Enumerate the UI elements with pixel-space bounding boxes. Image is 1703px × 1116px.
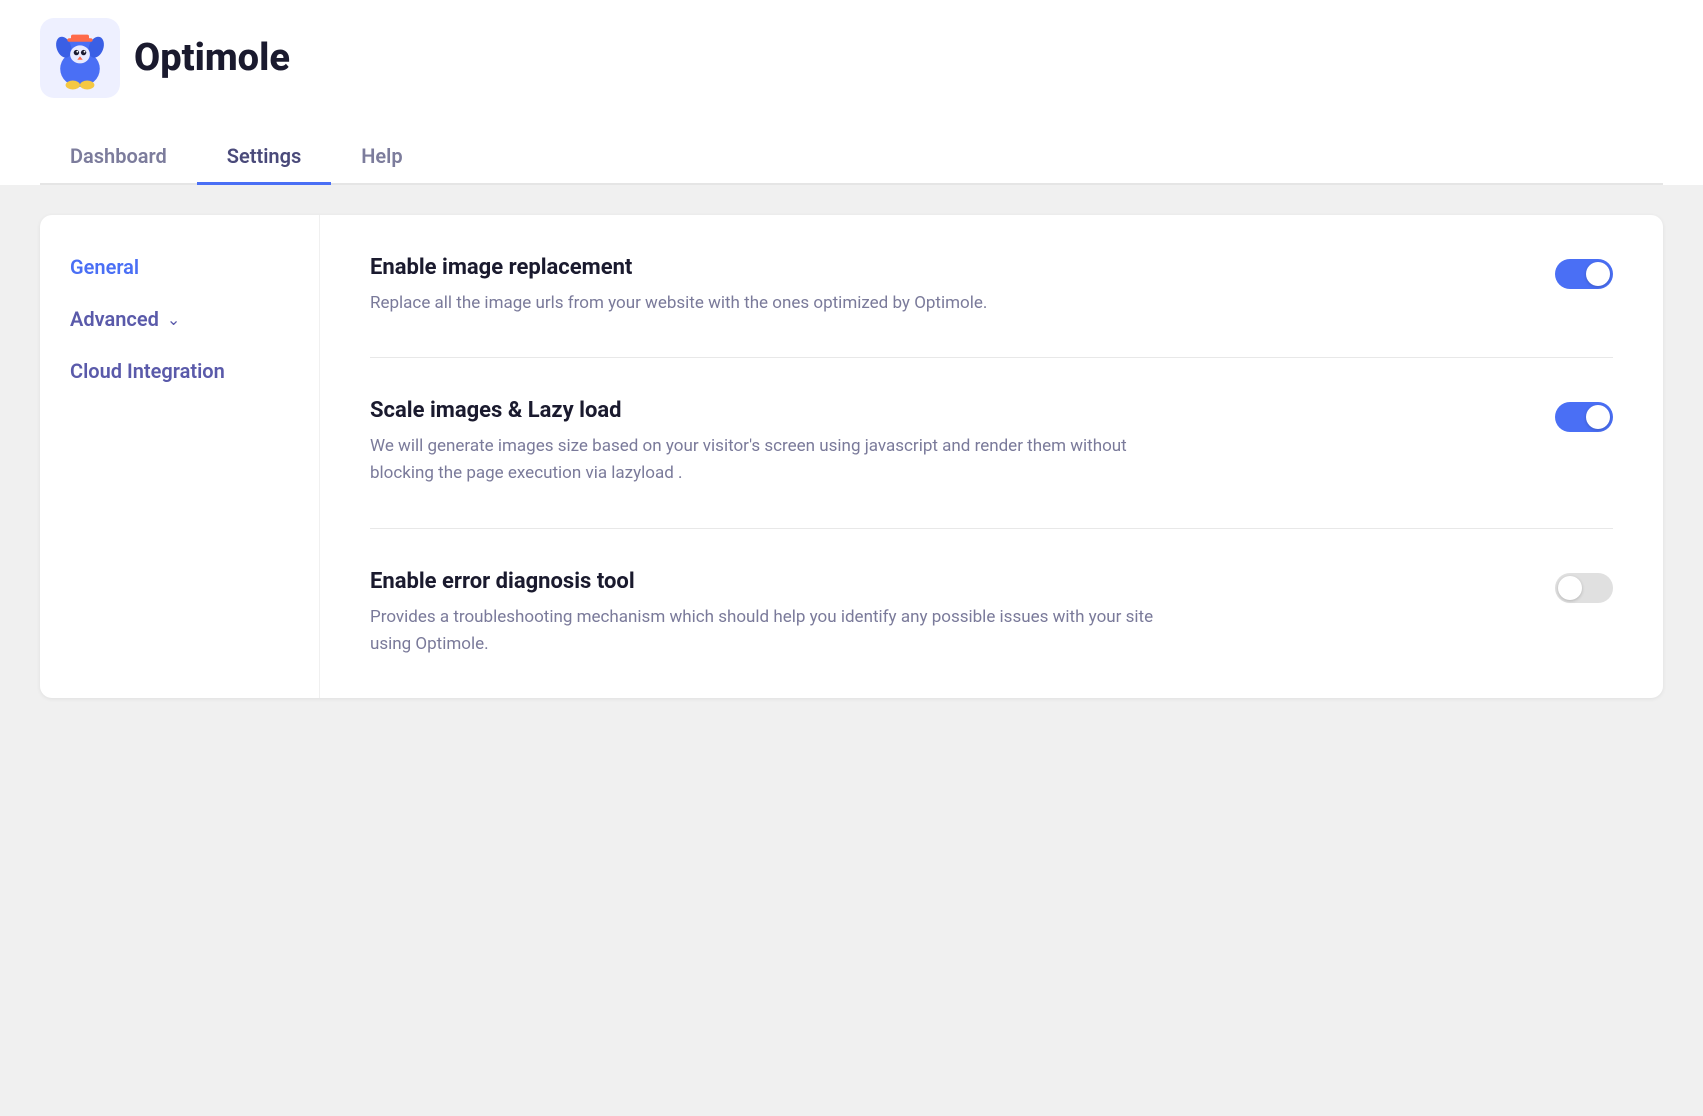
sidebar-item-advanced-label: Advanced: [70, 307, 159, 331]
toggle-error-diagnosis-slider: [1555, 573, 1613, 603]
setting-row-scale-lazy: Scale images & Lazy load We will generat…: [370, 358, 1613, 528]
setting-info-scale-lazy: Scale images & Lazy load We will generat…: [370, 398, 1515, 487]
toggle-scale-lazy[interactable]: [1555, 402, 1613, 432]
sidebar-item-cloud-integration[interactable]: Cloud Integration: [70, 359, 289, 383]
sidebar-item-advanced[interactable]: Advanced ⌄: [70, 307, 289, 331]
setting-description-scale-lazy: We will generate images size based on yo…: [370, 433, 1190, 487]
tab-settings[interactable]: Settings: [197, 130, 331, 185]
main-nav: Dashboard Settings Help: [40, 130, 1663, 185]
logo-area: Optimole: [40, 18, 1663, 122]
setting-title-image-replacement: Enable image replacement: [370, 255, 1515, 280]
sidebar: General Advanced ⌄ Cloud Integration: [40, 215, 320, 698]
settings-panel: Enable image replacement Replace all the…: [320, 215, 1663, 698]
setting-info-error-diagnosis: Enable error diagnosis tool Provides a t…: [370, 569, 1515, 658]
toggle-scale-lazy-slider: [1555, 402, 1613, 432]
app-name: Optimole: [134, 36, 290, 80]
settings-card: General Advanced ⌄ Cloud Integration Ena…: [40, 215, 1663, 698]
sidebar-item-general[interactable]: General: [70, 255, 289, 279]
setting-description-error-diagnosis: Provides a troubleshooting mechanism whi…: [370, 604, 1190, 658]
toggle-error-diagnosis[interactable]: [1555, 573, 1613, 603]
tab-help[interactable]: Help: [331, 130, 432, 185]
setting-row-error-diagnosis: Enable error diagnosis tool Provides a t…: [370, 529, 1613, 698]
main-content: General Advanced ⌄ Cloud Integration Ena…: [0, 185, 1703, 1101]
setting-row-image-replacement: Enable image replacement Replace all the…: [370, 215, 1613, 358]
sidebar-item-general-label: General: [70, 255, 139, 279]
sidebar-item-cloud-integration-label: Cloud Integration: [70, 359, 225, 383]
toggle-image-replacement[interactable]: [1555, 259, 1613, 289]
setting-title-error-diagnosis: Enable error diagnosis tool: [370, 569, 1515, 594]
tab-dashboard[interactable]: Dashboard: [40, 130, 197, 185]
setting-description-image-replacement: Replace all the image urls from your web…: [370, 290, 1190, 317]
toggle-image-replacement-slider: [1555, 259, 1613, 289]
top-bar: Optimole Dashboard Settings Help: [0, 0, 1703, 185]
setting-info-image-replacement: Enable image replacement Replace all the…: [370, 255, 1515, 317]
chevron-down-icon: ⌄: [167, 310, 180, 329]
setting-title-scale-lazy: Scale images & Lazy load: [370, 398, 1515, 423]
app-logo: [40, 18, 120, 98]
